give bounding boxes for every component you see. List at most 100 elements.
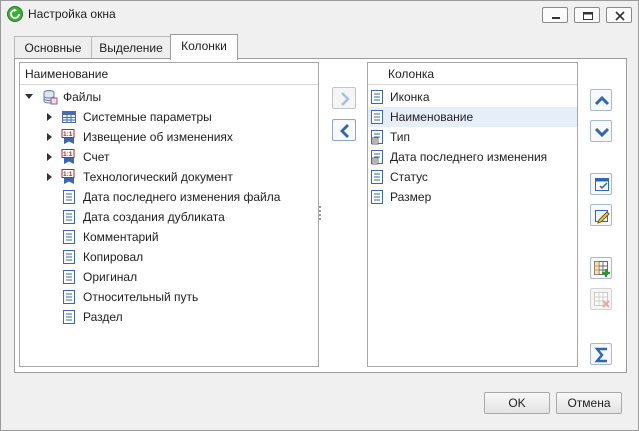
list-item-label: Иконка (390, 90, 430, 104)
tab-label: Основные (24, 41, 82, 55)
tree-node-item[interactable]: Относительный путь (20, 287, 318, 307)
table-icon (62, 111, 76, 123)
list-item-label: Тип (390, 130, 411, 144)
edit-icon (595, 210, 610, 224)
tree-node-label: Оригинал (83, 270, 138, 284)
tree-node-item[interactable]: Копировал (20, 247, 318, 267)
document-type-icon: 1:1 (61, 169, 75, 184)
svg-text:1:1: 1:1 (63, 171, 73, 178)
add-calculated-column-button[interactable] (590, 257, 612, 279)
field-icon (63, 210, 75, 224)
sigma-icon (594, 347, 607, 363)
document-type-icon: 1:1 (61, 129, 75, 144)
edit-column-button[interactable] (590, 204, 612, 226)
field-icon (63, 310, 75, 324)
list-item-label: Наименование (390, 110, 474, 124)
field-icon (371, 90, 383, 104)
collapsed-arrow-icon[interactable] (45, 133, 53, 141)
remove-column-button[interactable] (332, 119, 356, 141)
delete-calculated-column-button[interactable] (590, 288, 612, 310)
field-icon (63, 290, 75, 304)
column-settings-button[interactable] (590, 173, 612, 195)
dialog-window: Настройка окна Основные Выделение Колонк… (0, 0, 639, 431)
list-item[interactable]: Размер (368, 187, 577, 207)
minimize-button[interactable] (542, 7, 568, 23)
cancel-button[interactable]: Отмена (556, 392, 622, 414)
close-button[interactable] (606, 7, 632, 23)
tree-node-label: Счет (83, 150, 110, 164)
tree-node-label: Дата создания дубликата (83, 210, 225, 224)
table-add-icon (594, 261, 610, 277)
tree-node-item[interactable]: Дата создания дубликата (20, 207, 318, 227)
list-item[interactable]: Тип (368, 127, 577, 147)
move-down-button[interactable] (590, 120, 612, 142)
table-delete-icon (594, 292, 610, 308)
tree-node-item[interactable]: Системные параметры (20, 107, 318, 127)
splitter-handle[interactable] (319, 206, 322, 222)
tree-node-item[interactable]: 1:1 Технологический документ (20, 167, 318, 187)
field-icon (371, 170, 383, 184)
tree-node-label: Технологический документ (83, 170, 233, 184)
add-column-button[interactable] (332, 87, 356, 109)
tree-node-item[interactable]: Раздел (20, 307, 318, 327)
tree-node-files[interactable]: Файлы (20, 87, 318, 107)
expanded-arrow-icon[interactable] (25, 93, 33, 101)
tree-node-item[interactable]: Комментарий (20, 227, 318, 247)
field-icon (63, 190, 75, 204)
list-item-selected[interactable]: Наименование (368, 107, 577, 127)
document-field-icon (371, 130, 383, 145)
tab-general[interactable]: Основные (14, 36, 92, 59)
list-item[interactable]: Статус (368, 167, 577, 187)
tree-node-label: Комментарий (83, 230, 159, 244)
tab-content: Наименование Файлы Системные параметры 1… (14, 58, 627, 373)
window-check-icon (595, 178, 609, 191)
document-type-icon: 1:1 (61, 149, 75, 164)
tree-header: Наименование (20, 63, 318, 85)
list-item-label: Статус (390, 170, 428, 184)
svg-text:1:1: 1:1 (63, 151, 73, 158)
totals-button[interactable] (590, 343, 612, 365)
svg-text:1:1: 1:1 (63, 131, 73, 138)
field-icon (371, 110, 383, 124)
window-title: Настройка окна (28, 7, 116, 21)
list-header: Колонка (368, 63, 577, 85)
tab-columns[interactable]: Колонки (170, 34, 238, 60)
list-item-label: Размер (390, 190, 432, 204)
tree-node-label: Относительный путь (83, 290, 199, 304)
selected-columns-list[interactable]: Колонка Иконка Наименование Тип Дата пос… (367, 62, 578, 367)
list-item[interactable]: Дата последнего изменения (368, 147, 577, 167)
document-field-icon (371, 150, 383, 165)
available-fields-tree[interactable]: Наименование Файлы Системные параметры 1… (19, 62, 319, 367)
chevron-up-icon (594, 95, 610, 106)
tree-node-item[interactable]: 1:1 Извещение об изменениях (20, 127, 318, 147)
tree-node-label: Извещение об изменениях (83, 130, 233, 144)
field-icon (63, 230, 75, 244)
collapsed-arrow-icon[interactable] (45, 173, 53, 181)
list-item[interactable]: Иконка (368, 87, 577, 107)
field-icon (371, 190, 383, 204)
arrow-left-icon (340, 124, 349, 138)
collapsed-arrow-icon[interactable] (45, 153, 53, 161)
tree-node-label: Файлы (63, 90, 102, 104)
collapsed-arrow-icon[interactable] (45, 113, 53, 121)
arrow-right-icon (341, 92, 350, 106)
field-icon (63, 270, 75, 284)
chevron-down-icon (594, 127, 610, 138)
title-bar: Настройка окна (1, 1, 638, 29)
field-icon (63, 250, 75, 264)
tab-selection[interactable]: Выделение (91, 36, 171, 59)
list-item-label: Дата последнего изменения (390, 150, 548, 164)
ok-button[interactable]: OK (484, 392, 550, 414)
tree-node-item[interactable]: 1:1 Счет (20, 147, 318, 167)
tree-node-label: Дата последнего изменения файла (83, 190, 281, 204)
move-up-button[interactable] (590, 89, 612, 111)
tree-node-label: Раздел (83, 310, 123, 324)
tree-node-item[interactable]: Оригинал (20, 267, 318, 287)
tab-label: Колонки (181, 39, 227, 53)
tree-node-label: Системные параметры (83, 110, 212, 124)
maximize-button[interactable] (574, 7, 600, 23)
tab-label: Выделение (99, 41, 163, 55)
tree-node-label: Копировал (83, 250, 144, 264)
tree-node-item[interactable]: Дата последнего изменения файла (20, 187, 318, 207)
app-icon (7, 6, 23, 22)
